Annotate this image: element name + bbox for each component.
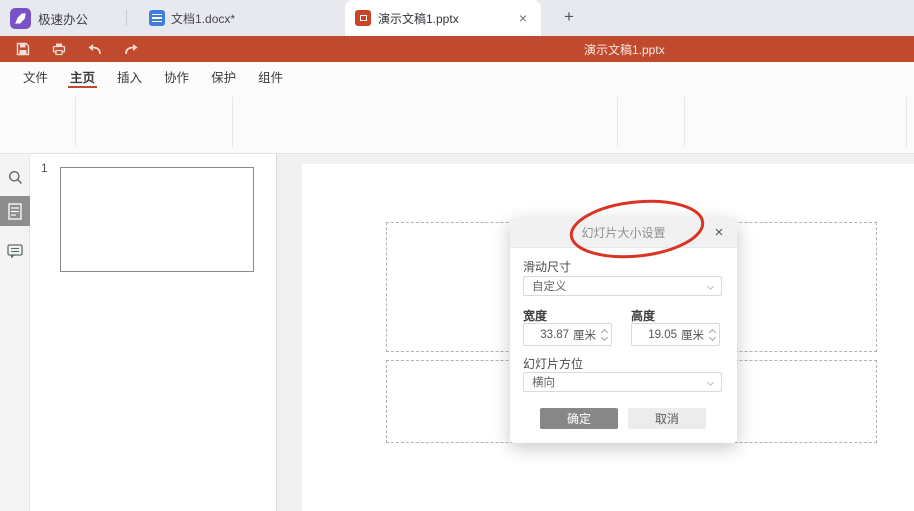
tab-presentation-active[interactable]: 演示文稿1.pptx × <box>345 0 541 36</box>
dialog-close-icon[interactable]: × <box>710 224 728 241</box>
size-preset-select[interactable]: 自定义 <box>523 276 722 296</box>
menu-bar: 文件 主页 插入 协作 保护 组件 <box>0 62 914 90</box>
ribbon-separator <box>232 97 233 147</box>
slides-panel-icon <box>8 202 22 220</box>
search-button[interactable] <box>0 162 30 192</box>
chevron-down-icon <box>706 282 715 290</box>
ppt-doc-icon <box>355 10 371 26</box>
size-preset-label: 滑动尺寸 <box>523 260 572 274</box>
chevron-down-icon <box>706 378 715 386</box>
undo-button[interactable] <box>82 38 108 60</box>
step-down-icon[interactable] <box>708 333 717 341</box>
height-label: 高度 <box>631 309 656 323</box>
ribbon-separator <box>617 97 618 147</box>
left-tool-strip <box>0 154 30 511</box>
save-icon <box>16 42 30 56</box>
menu-protect[interactable]: 保护 <box>200 62 247 90</box>
size-preset-value: 自定义 <box>532 281 567 293</box>
quick-access-bar: 演示文稿1.pptx <box>0 36 914 62</box>
width-input[interactable]: 33.87 厘米 <box>523 323 612 346</box>
tab-close-icon[interactable]: × <box>515 10 531 26</box>
print-icon <box>52 43 66 56</box>
height-unit: 厘米 <box>681 329 704 342</box>
comment-icon <box>7 243 23 258</box>
cancel-button[interactable]: 取消 <box>628 408 706 429</box>
divider <box>126 10 128 26</box>
width-value: 33.87 <box>540 328 569 341</box>
menu-components[interactable]: 组件 <box>247 62 294 90</box>
document-title: 演示文稿1.pptx <box>584 42 665 57</box>
tab-bar: 极速办公 文档1.docx* 演示文稿1.pptx × + <box>0 0 914 36</box>
dialog-title: 幻灯片大小设置 <box>581 226 666 240</box>
rocket-icon <box>14 12 26 23</box>
width-stepper[interactable] <box>600 328 609 341</box>
orientation-select[interactable]: 横向 <box>523 372 722 392</box>
height-stepper[interactable] <box>708 328 717 341</box>
app-name: 极速办公 <box>38 12 89 27</box>
new-tab-button[interactable]: + <box>556 4 582 30</box>
ribbon-separator <box>75 97 76 147</box>
redo-icon <box>125 43 138 54</box>
step-down-icon[interactable] <box>600 333 609 341</box>
ribbon-separator <box>906 97 907 147</box>
word-doc-icon <box>149 10 166 26</box>
slide-number: 1 <box>41 161 48 175</box>
slides-panel-button[interactable] <box>0 196 30 226</box>
redo-button[interactable] <box>118 38 144 60</box>
ribbon: 粘贴 添加幻灯片 版式 放映 B I U A X² X₂ A A <box>0 90 914 233</box>
height-input[interactable]: 19.05 厘米 <box>631 323 720 346</box>
slide-size-dialog: 幻灯片大小设置 × 滑动尺寸 自定义 宽度 高度 33.87 厘米 19.05 … <box>510 218 737 443</box>
menu-home[interactable]: 主页 <box>59 62 106 90</box>
undo-icon <box>88 43 101 54</box>
tab-document[interactable]: 文档1.docx* <box>149 10 235 27</box>
slide-thumbnail[interactable] <box>60 167 254 272</box>
tab-presentation-label: 演示文稿1.pptx <box>378 11 459 26</box>
ribbon-separator <box>684 97 685 147</box>
ok-button[interactable]: 确定 <box>540 408 618 429</box>
orientation-label: 幻灯片方位 <box>523 357 584 371</box>
menu-collaborate[interactable]: 协作 <box>153 62 200 90</box>
tab-document-label: 文档1.docx* <box>171 11 236 26</box>
comments-button[interactable] <box>0 236 30 266</box>
orientation-value: 横向 <box>532 377 555 389</box>
width-label: 宽度 <box>523 309 548 323</box>
width-unit: 厘米 <box>573 329 596 342</box>
dialog-titlebar: 幻灯片大小设置 × <box>510 218 737 248</box>
print-button[interactable] <box>46 38 72 60</box>
search-icon <box>8 170 22 184</box>
app-logo[interactable] <box>10 7 31 29</box>
save-button[interactable] <box>10 38 36 60</box>
menu-file[interactable]: 文件 <box>12 62 59 90</box>
menu-insert[interactable]: 插入 <box>106 62 153 90</box>
height-value: 19.05 <box>648 328 677 341</box>
